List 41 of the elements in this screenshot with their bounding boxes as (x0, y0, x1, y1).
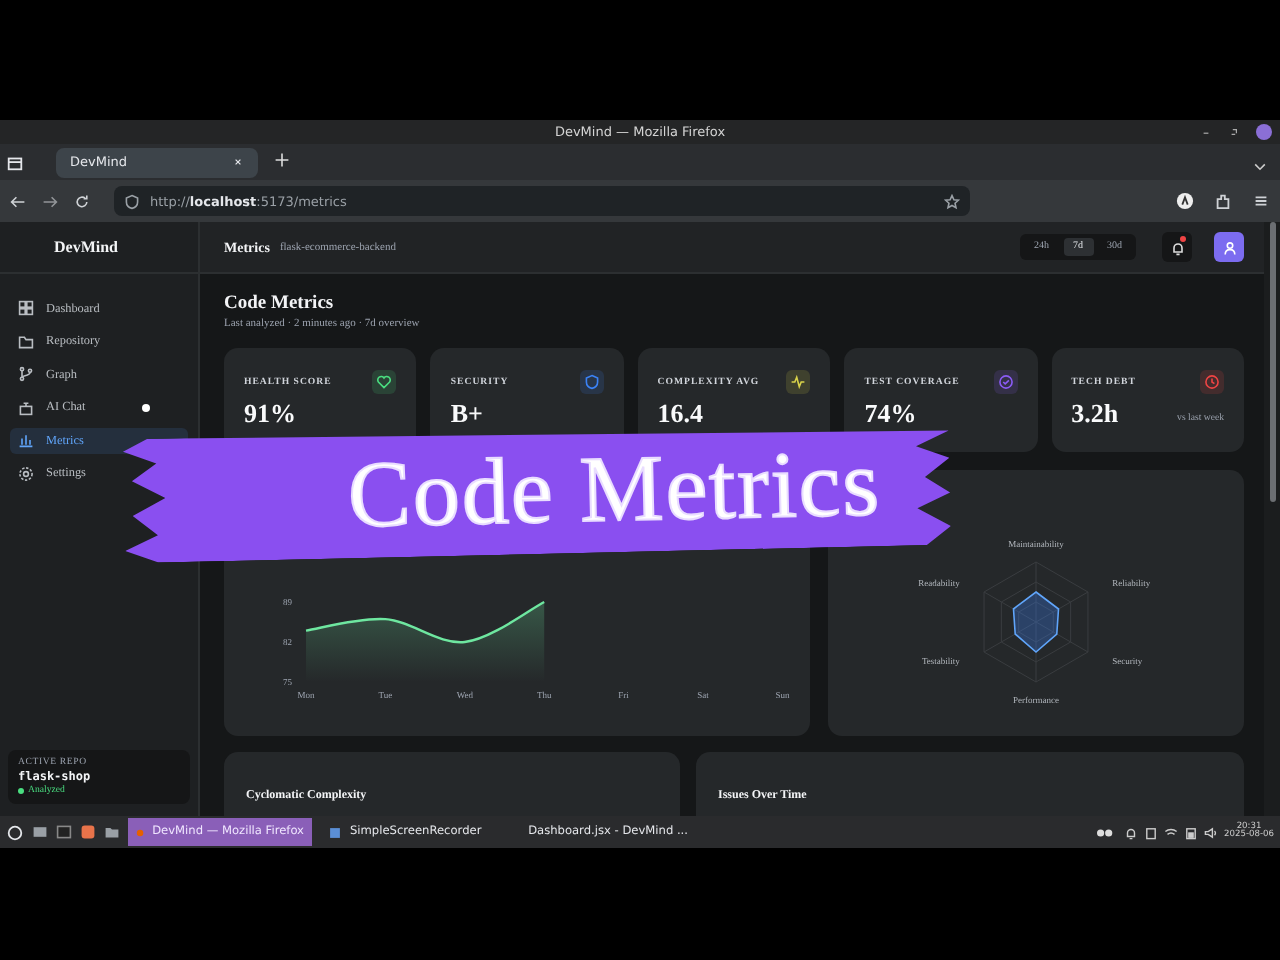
star-icon (944, 193, 960, 209)
chat-icon (18, 399, 34, 416)
dashboard-icon (18, 300, 34, 317)
wifi-icon (1164, 825, 1179, 839)
bell-icon (1124, 825, 1139, 839)
close-icon (232, 156, 244, 168)
metrics-icon (18, 432, 34, 449)
stat-value: 16.4 (657, 398, 704, 430)
extension-icon (1214, 192, 1232, 210)
page-title: Code Metrics (224, 294, 336, 314)
volume-icon (1204, 825, 1219, 839)
settings-icon (18, 465, 34, 482)
account-icon (1176, 192, 1194, 210)
shield-icon (124, 193, 140, 209)
reload-icon (74, 193, 90, 209)
banner-title: Code Metrics (346, 430, 883, 551)
back-icon (10, 193, 26, 209)
app-logo: DevMind (54, 238, 118, 256)
graph-icon (18, 366, 34, 383)
forward-icon (42, 193, 58, 209)
repository-icon (18, 333, 34, 350)
terminal-icon (56, 824, 72, 840)
stat-value: 91% (244, 398, 296, 430)
plus-icon (274, 151, 290, 167)
stat-value: 74% (864, 398, 917, 430)
clipboard-icon (1144, 825, 1159, 839)
person-icon (1221, 239, 1237, 255)
launcher-icon (6, 823, 24, 841)
tab-list-icon (6, 153, 24, 171)
stat-value: B+ (450, 398, 483, 430)
notification-button[interactable] (1162, 232, 1192, 262)
radar-drawing (983, 560, 1089, 682)
folder-icon (104, 824, 120, 840)
maximize-icon (1228, 126, 1240, 138)
menu-icon (1252, 192, 1270, 210)
close-icon[interactable] (1256, 124, 1272, 140)
user-avatar[interactable] (1214, 232, 1244, 262)
status-dot (18, 788, 24, 794)
battery-icon (1184, 825, 1199, 839)
bell-icon (1169, 239, 1185, 255)
stat-value: 3.2h (1071, 398, 1119, 430)
